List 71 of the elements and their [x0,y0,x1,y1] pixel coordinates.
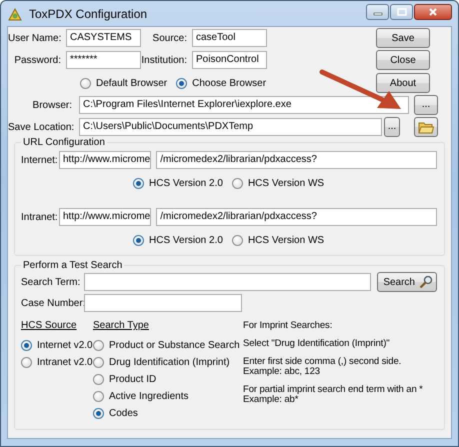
radio-button[interactable] [93,391,104,402]
input-field[interactable]: http://www.microme [59,208,152,226]
group-title: URL Configuration [22,137,106,148]
about-button[interactable]: About [376,73,430,93]
field-label: Intranet: [21,212,59,222]
help-text: Select "Drug Identification (Imprint)" [243,339,391,349]
group-title: Perform a Test Search [22,260,124,271]
window-title: ToxPDX Configuration [29,6,148,20]
input-field[interactable]: http://www.microme [59,151,152,169]
password-field[interactable]: ******* [66,51,141,69]
input-field[interactable]: /micromedex2/librarian/pdxaccess? [156,151,437,169]
radio-button[interactable] [232,234,243,246]
input-field[interactable]: caseTool [192,29,267,47]
section-heading: Search Type [93,320,150,333]
input-field[interactable]: PoisonControl [192,51,267,69]
maximize-icon [396,8,406,16]
radio-label[interactable]: HCS Version WS [248,234,324,246]
folder-button[interactable] [414,117,438,137]
app-icon [7,6,23,22]
radio-label[interactable]: Default Browser [96,78,168,88]
search-field[interactable] [84,273,372,291]
radio-label[interactable]: Choose Browser [192,78,266,88]
save-button[interactable]: Save [376,28,430,48]
radio-label[interactable]: Product or Substance Search [109,340,240,351]
field-label: Internet: [21,154,59,166]
field-label: Browser: [32,100,73,110]
close-button[interactable]: Close [376,50,430,70]
radio-button[interactable] [133,178,144,188]
search-icon [419,275,433,289]
help-text: For partial imprint search end term with an * Example: ab* [243,385,423,405]
field-label: Source: [152,32,188,44]
field-label: Search Term: [21,276,82,288]
browse-button[interactable]: ... [384,117,400,137]
section-heading: HCS Source [21,320,78,333]
radio-button[interactable] [176,78,188,88]
field-label: Institution: [141,54,188,66]
help-text: Enter first side comma (,) second side. Example: abc, 123 [243,357,402,377]
input-field[interactable]: CASYSTEMS [66,29,141,47]
radio-button[interactable] [93,374,104,385]
field-label: Save Location: [8,122,76,132]
radio-button[interactable] [232,178,243,188]
search-button[interactable]: Search [377,272,437,292]
input-field[interactable]: C:\Program Files\Internet Explorer\iexplore.exe [79,96,409,114]
radio-button[interactable] [21,340,32,351]
radio-label[interactable]: Codes [109,408,138,419]
radio-button[interactable] [133,234,144,246]
radio-label[interactable]: Product ID [109,374,156,385]
radio-button[interactable] [93,408,104,419]
radio-label[interactable]: Drug Identification (Imprint) [109,357,230,368]
close-icon [428,8,438,16]
input-field[interactable] [84,294,242,312]
radio-label[interactable]: Internet v2.0 [37,340,93,351]
radio-button[interactable] [21,357,32,368]
radio-button[interactable] [80,78,91,88]
radio-label[interactable]: HCS Version WS [248,178,324,188]
help-text: For Imprint Searches: [243,321,334,331]
input-field[interactable]: /micromedex2/librarian/pdxaccess? [156,208,437,226]
radio-label[interactable]: Intranet v2.0 [37,357,93,368]
minimize-button[interactable] [366,4,389,20]
field-label: Password: [13,54,62,66]
maximize-button[interactable] [390,4,413,20]
radio-label[interactable]: Active Ingredients [109,391,188,402]
field-label: Case Number: [21,298,84,308]
radio-label[interactable]: HCS Version 2.0 [149,234,223,246]
field-label: User Name: [8,32,62,44]
radio-label[interactable]: HCS Version 2.0 [149,178,223,188]
close-button[interactable] [414,4,452,20]
radio-button[interactable] [93,340,104,351]
input-field[interactable]: C:\Users\Public\Documents\PDXTemp [79,118,382,136]
radio-button[interactable] [93,357,104,368]
browse-button[interactable]: ... [414,95,438,115]
